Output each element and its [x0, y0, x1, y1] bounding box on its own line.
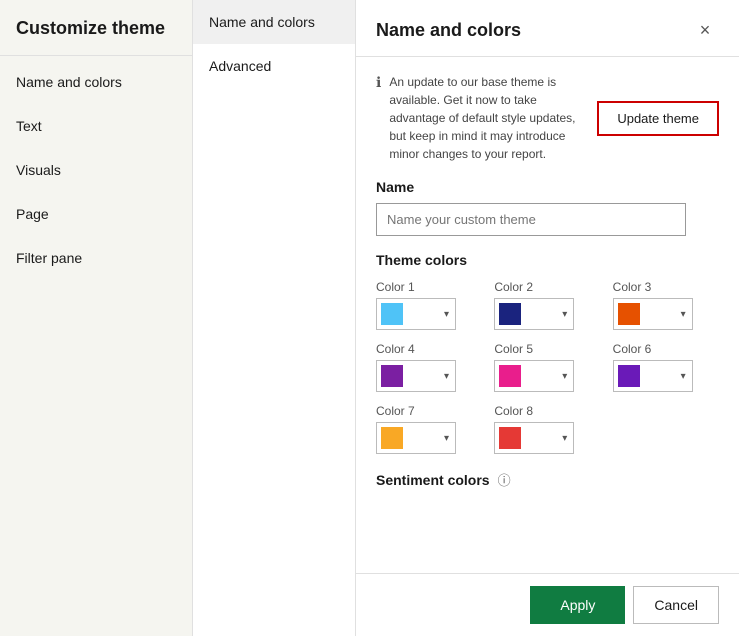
sidebar-item-page[interactable]: Page — [0, 192, 192, 236]
color-label-6: Color 6 — [613, 342, 719, 356]
chevron-down-icon-6: ▾ — [681, 371, 686, 382]
color-swatch-8 — [499, 427, 521, 449]
sidebar-item-text[interactable]: Text — [0, 104, 192, 148]
color-picker-7[interactable]: ▾ — [376, 422, 456, 454]
color-item-4: Color 4 ▾ — [376, 342, 482, 392]
info-icon: ℹ — [376, 74, 381, 91]
sidebar-item-name-and-colors[interactable]: Name and colors — [0, 60, 192, 104]
color-swatch-2 — [499, 303, 521, 325]
color-label-7: Color 7 — [376, 404, 482, 418]
main-header: Name and colors × — [356, 0, 739, 57]
update-theme-button[interactable]: Update theme — [597, 101, 719, 136]
color-label-5: Color 5 — [494, 342, 600, 356]
tab-name-and-colors[interactable]: Name and colors — [193, 0, 355, 44]
middle-panel: Name and colors Advanced — [193, 0, 356, 636]
color-item-5: Color 5 ▾ — [494, 342, 600, 392]
sidebar-title: Customize theme — [0, 0, 192, 56]
color-item-3: Color 3 ▾ — [613, 280, 719, 330]
chevron-down-icon-2: ▾ — [562, 309, 567, 320]
color-item-6: Color 6 ▾ — [613, 342, 719, 392]
chevron-down-icon-8: ▾ — [562, 433, 567, 444]
cancel-button[interactable]: Cancel — [633, 586, 719, 624]
color-picker-3[interactable]: ▾ — [613, 298, 693, 330]
color-swatch-7 — [381, 427, 403, 449]
theme-name-input[interactable] — [376, 203, 686, 236]
color-picker-2[interactable]: ▾ — [494, 298, 574, 330]
main-title: Name and colors — [376, 20, 521, 41]
theme-colors-title: Theme colors — [376, 252, 719, 268]
color-swatch-5 — [499, 365, 521, 387]
color-picker-4[interactable]: ▾ — [376, 360, 456, 392]
color-label-3: Color 3 — [613, 280, 719, 294]
color-picker-6[interactable]: ▾ — [613, 360, 693, 392]
sidebar-item-visuals[interactable]: Visuals — [0, 148, 192, 192]
sentiment-row: Sentiment colors ⓘ — [376, 470, 719, 489]
color-picker-1[interactable]: ▾ — [376, 298, 456, 330]
main-body: ℹ An update to our base theme is availab… — [356, 57, 739, 573]
color-item-2: Color 2 ▾ — [494, 280, 600, 330]
chevron-down-icon-1: ▾ — [444, 309, 449, 320]
sidebar: Customize theme Name and colors Text Vis… — [0, 0, 193, 636]
color-label-4: Color 4 — [376, 342, 482, 356]
color-picker-8[interactable]: ▾ — [494, 422, 574, 454]
sidebar-nav: Name and colors Text Visuals Page Filter… — [0, 56, 192, 280]
color-item-1: Color 1 ▾ — [376, 280, 482, 330]
color-label-8: Color 8 — [494, 404, 600, 418]
main-content: Name and colors × ℹ An update to our bas… — [356, 0, 739, 636]
color-swatch-4 — [381, 365, 403, 387]
chevron-down-icon-4: ▾ — [444, 371, 449, 382]
color-item-7: Color 7 ▾ — [376, 404, 482, 454]
colors-grid: Color 1 ▾ Color 2 ▾ Color 3 ▾ Color 4 ▾ Color 5 ▾… — [376, 280, 719, 454]
close-button[interactable]: × — [691, 16, 719, 44]
info-box: ℹ An update to our base theme is availab… — [376, 73, 719, 163]
color-label-1: Color 1 — [376, 280, 482, 294]
color-item-8: Color 8 ▾ — [494, 404, 600, 454]
info-text: An update to our base theme is available… — [389, 73, 589, 163]
name-section-label: Name — [376, 179, 719, 195]
sentiment-colors-title: Sentiment colors — [376, 472, 490, 488]
color-picker-5[interactable]: ▾ — [494, 360, 574, 392]
color-label-2: Color 2 — [494, 280, 600, 294]
footer: Apply Cancel — [356, 573, 739, 636]
apply-button[interactable]: Apply — [530, 586, 625, 624]
chevron-down-icon-5: ▾ — [562, 371, 567, 382]
color-swatch-6 — [618, 365, 640, 387]
sidebar-item-filter-pane[interactable]: Filter pane — [0, 236, 192, 280]
chevron-down-icon-3: ▾ — [681, 309, 686, 320]
color-swatch-3 — [618, 303, 640, 325]
tab-advanced[interactable]: Advanced — [193, 44, 355, 88]
chevron-down-icon-7: ▾ — [444, 433, 449, 444]
sentiment-info-icon: ⓘ — [498, 470, 511, 489]
color-swatch-1 — [381, 303, 403, 325]
